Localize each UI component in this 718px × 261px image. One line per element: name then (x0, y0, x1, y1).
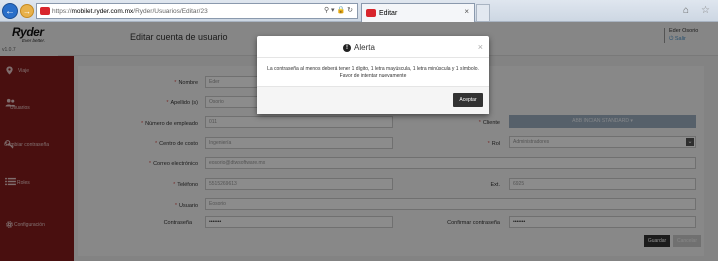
new-tab-button[interactable] (476, 4, 490, 21)
tab-title: Editar (379, 9, 398, 17)
forward-arrow-icon[interactable]: → (20, 4, 34, 18)
close-icon[interactable]: × (478, 42, 483, 52)
accept-button[interactable]: Aceptar (453, 93, 483, 107)
address-bar[interactable]: https://mobilet.ryder.com.mx/Ryder/Usuar… (36, 3, 358, 19)
tab-favicon-icon (366, 9, 376, 17)
alert-title: ! Alerta (343, 43, 375, 52)
alert-dialog-header: ! Alerta × (257, 36, 489, 58)
browser-tab[interactable]: Editar × (361, 3, 475, 22)
alert-dialog: ! Alerta × La contraseña al menos deberá … (257, 36, 489, 114)
favorites-star-icon[interactable]: ☆ (701, 5, 710, 16)
browser-toolbar: ← → https://mobilet.ryder.com.mx/Ryder/U… (0, 0, 718, 22)
exclamation-icon: ! (343, 43, 351, 52)
back-arrow-icon[interactable]: ← (2, 3, 18, 19)
tab-close-icon[interactable]: × (464, 7, 469, 16)
address-tools-icon[interactable]: ⚲ ▾ 🔒 ↻ (324, 6, 353, 14)
home-icon[interactable]: ⌂ (683, 5, 694, 16)
url-text: https://mobilet.ryder.com.mx/Ryder/Usuar… (52, 7, 208, 15)
alert-dialog-footer: Aceptar (257, 86, 489, 114)
ryder-favicon-icon (40, 7, 50, 15)
alert-message: La contraseña al menos deberá tener 1 dí… (267, 66, 479, 79)
